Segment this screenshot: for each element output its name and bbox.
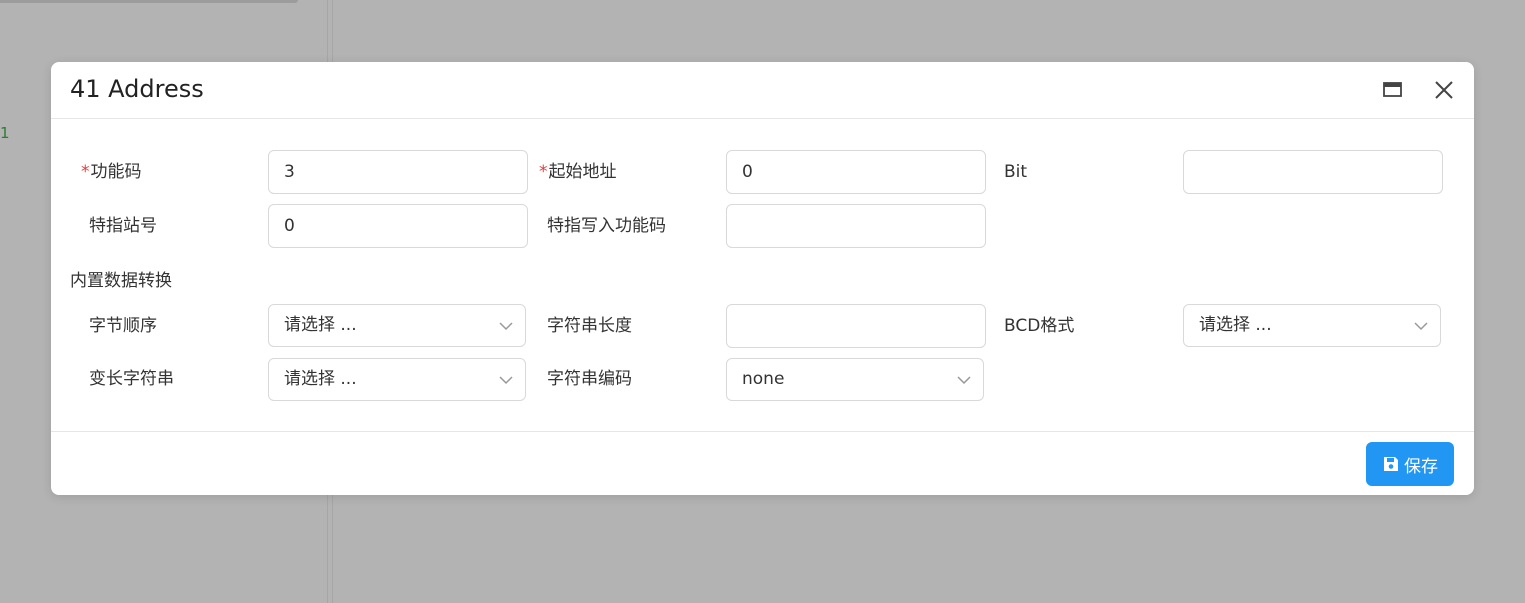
chevron-down-icon — [499, 322, 513, 331]
station-no-label: 特指站号 — [89, 216, 157, 236]
variable-string-value: 请选择 ... — [284, 369, 357, 389]
variable-string-label: 变长字符串 — [89, 369, 174, 389]
close-icon — [1435, 81, 1453, 99]
function-code-label: *功能码 — [81, 162, 142, 182]
variable-string-select[interactable]: 请选择 ... — [268, 358, 526, 401]
background-toolbar — [0, 0, 298, 3]
byte-order-label: 字节顺序 — [89, 316, 157, 336]
string-encoding-label: 字符串编码 — [547, 369, 632, 389]
save-button-label: 保存 — [1404, 456, 1438, 477]
write-function-code-label: 特指写入功能码 — [547, 216, 666, 236]
byte-order-value: 请选择 ... — [284, 315, 357, 335]
bit-label: Bit — [1004, 162, 1028, 182]
function-code-input[interactable]: 3 — [268, 150, 528, 194]
bcd-format-select[interactable]: 请选择 ... — [1183, 304, 1441, 347]
start-address-input[interactable]: 0 — [726, 150, 986, 194]
bcd-format-value: 请选择 ... — [1199, 315, 1272, 335]
save-button[interactable]: 保存 — [1366, 442, 1454, 486]
data-conversion-section-title: 内置数据转换 — [70, 271, 172, 291]
dialog-title: 41 Address — [70, 75, 204, 103]
chevron-down-icon — [499, 376, 513, 385]
string-encoding-select[interactable]: none — [726, 358, 984, 401]
close-button[interactable] — [1432, 78, 1456, 102]
window-maximize-icon — [1383, 82, 1402, 97]
string-encoding-value: none — [742, 369, 785, 389]
station-no-input[interactable]: 0 — [268, 204, 528, 248]
write-function-code-input[interactable] — [726, 204, 986, 248]
string-length-input[interactable] — [726, 304, 986, 348]
byte-order-select[interactable]: 请选择 ... — [268, 304, 526, 347]
address-dialog: 41 Address *功能码 3 *起始地址 0 Bit 特指站号 0 特指写… — [51, 62, 1474, 495]
maximize-button[interactable] — [1381, 78, 1405, 102]
chevron-down-icon — [957, 376, 971, 385]
start-address-label: *起始地址 — [539, 162, 617, 182]
bit-input[interactable] — [1183, 150, 1443, 194]
bcd-format-label: BCD格式 — [1004, 316, 1075, 336]
background-number: 1 — [0, 124, 10, 142]
dialog-footer: 保存 — [51, 431, 1474, 496]
dialog-header: 41 Address — [51, 62, 1474, 119]
chevron-down-icon — [1414, 322, 1428, 331]
floppy-disk-icon — [1384, 457, 1398, 471]
string-length-label: 字符串长度 — [547, 316, 632, 336]
